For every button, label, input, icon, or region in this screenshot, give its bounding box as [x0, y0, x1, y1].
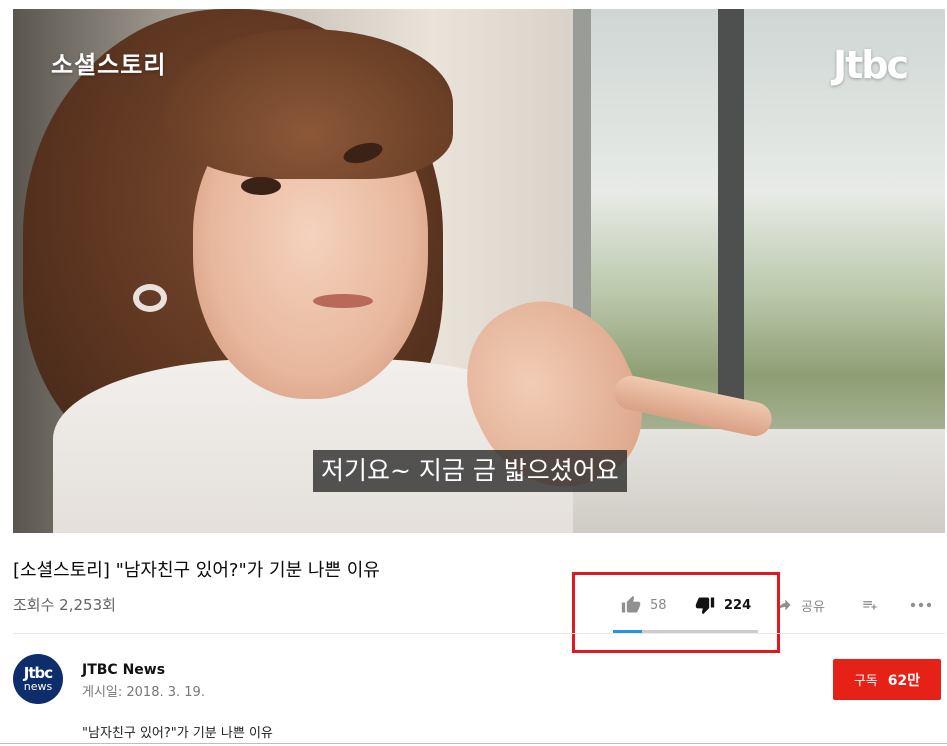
- avatar-logo-subtext: news: [23, 679, 53, 693]
- subscriber-count: 62만: [887, 672, 921, 689]
- divider: [13, 633, 945, 634]
- add-to-playlist-icon: [860, 597, 880, 613]
- avatar-logo-text: Jtbc: [23, 663, 53, 682]
- dislike-button[interactable]: 224: [694, 590, 751, 620]
- video-description: "남자친구 있어?"가 기분 나쁜 이유: [82, 726, 273, 741]
- share-label: 공유: [801, 599, 825, 615]
- more-button[interactable]: [910, 590, 932, 620]
- more-icon: [910, 602, 932, 608]
- dislike-count: 224: [724, 597, 752, 613]
- share-button[interactable]: 공유: [775, 590, 825, 620]
- thumbs-up-icon: [620, 595, 642, 615]
- publish-date: 게시일: 2018. 3. 19.: [82, 685, 205, 700]
- thumbs-down-icon: [694, 595, 716, 615]
- divider: [0, 743, 947, 744]
- view-count: 조회수 2,253회: [13, 596, 116, 614]
- like-button[interactable]: 58: [620, 590, 667, 620]
- video-title: [소셜스토리] "남자친구 있어?"가 기분 나쁜 이유: [13, 560, 380, 581]
- video-subtitle: 저기요~ 지금 금 밟으셨어요: [313, 450, 627, 492]
- video-overlay-title: 소셜스토리: [51, 51, 167, 79]
- subscribe-label: 구독: [853, 674, 878, 689]
- like-count: 58: [650, 597, 667, 613]
- add-to-playlist-button[interactable]: [860, 590, 880, 620]
- share-icon: [775, 597, 793, 613]
- video-player[interactable]: 소셜스토리 Jtbc 저기요~ 지금 금 밟으셨어요: [13, 9, 945, 533]
- channel-avatar[interactable]: Jtbc news: [13, 654, 63, 704]
- channel-name[interactable]: JTBC News: [82, 662, 165, 678]
- video-actions: 58 224 공유: [590, 590, 947, 620]
- subscribe-button[interactable]: 구독 62만: [833, 659, 941, 700]
- jtbc-logo: Jtbc: [832, 43, 909, 87]
